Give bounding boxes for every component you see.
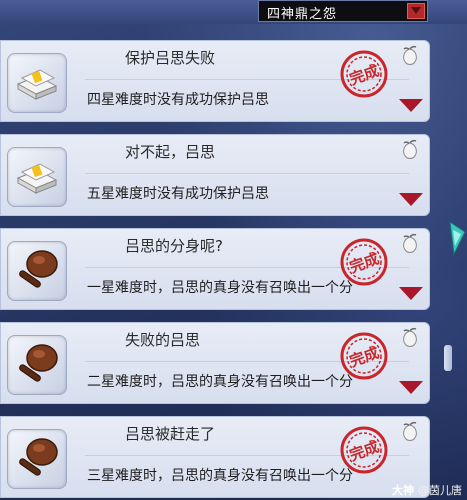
stamp-text: 完成 [347,249,381,276]
achievement-description: 五星难度时没有成功保护吕思 [87,186,269,202]
watermark-user: @茵儿唐 [418,484,462,497]
dungeon-select-dropdown[interactable]: 四神鼎之怨 [258,0,428,22]
dropdown-selected-label: 四神鼎之怨 [267,7,338,22]
expand-arrow-icon[interactable] [399,193,423,207]
completed-stamp-icon: 完成 [340,238,388,286]
achievement-description: 四星难度时没有成功保护吕思 [87,92,269,108]
expand-arrow-icon[interactable] [399,99,423,113]
paper-stack-icon [7,147,67,207]
stamp-text: 完成 [347,437,381,464]
paper-stack-icon [7,53,67,113]
achievement-title: 吕思的分身呢? [125,237,223,255]
divider [85,173,409,174]
watermark: 大神 @茵儿唐 [392,482,462,498]
achievement-card[interactable]: 吕思的分身呢? 一星难度时，吕思的真身没有召唤出一个分 完成 [0,228,430,310]
watermark-brand: 大神 [392,484,414,497]
achievement-description: 二星难度时，吕思的真身没有召唤出一个分 [87,374,353,390]
peach-reward-icon[interactable] [399,45,421,67]
achievement-card[interactable]: 吕思被赶走了 三星难度时，吕思的真身没有召唤出一个分 完成 [0,416,430,498]
completed-stamp-icon: 完成 [340,332,388,380]
achievement-card[interactable]: 保护吕思失败 四星难度时没有成功保护吕思 完成 [0,40,430,122]
achievement-description: 三星难度时，吕思的真身没有召唤出一个分 [87,468,353,484]
drum-mallet-icon [7,241,67,301]
peach-reward-icon[interactable] [399,139,421,161]
achievement-title: 失败的吕思 [125,331,201,349]
stamp-text: 完成 [347,343,381,370]
peach-reward-icon[interactable] [399,327,421,349]
expand-arrow-icon[interactable] [399,287,423,301]
achievement-card[interactable]: 对不起，吕思 五星难度时没有成功保护吕思 [0,134,430,216]
drum-mallet-icon [7,335,67,395]
achievement-card[interactable]: 失败的吕思 二星难度时，吕思的真身没有召唤出一个分 完成 [0,322,430,404]
achievement-title: 对不起，吕思 [125,143,216,161]
achievement-description: 一星难度时，吕思的真身没有召唤出一个分 [87,280,353,296]
side-gem-icon [449,220,466,256]
stamp-text: 完成 [347,61,381,88]
scrollbar-thumb[interactable] [444,345,452,371]
achievement-title: 吕思被赶走了 [125,425,216,443]
drum-mallet-icon [7,429,67,489]
scrollbar-track[interactable] [442,24,452,500]
chevron-down-icon[interactable] [407,3,425,19]
peach-reward-icon[interactable] [399,233,421,255]
completed-stamp-icon: 完成 [340,426,388,474]
peach-reward-icon[interactable] [399,421,421,443]
achievement-title: 保护吕思失败 [125,49,216,67]
expand-arrow-icon[interactable] [399,381,423,395]
completed-stamp-icon: 完成 [340,50,388,98]
